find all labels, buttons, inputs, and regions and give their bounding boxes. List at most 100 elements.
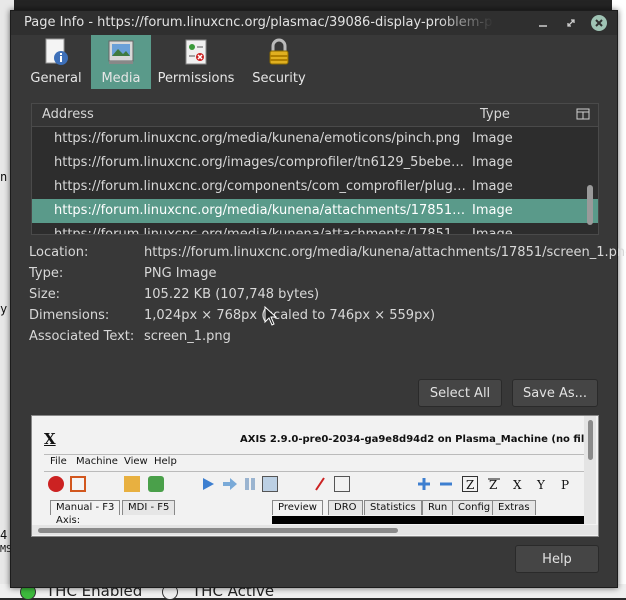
media-address: https://forum.linuxcnc.org/media/kunena/… bbox=[54, 227, 466, 235]
svg-text:P: P bbox=[561, 478, 569, 492]
preview-tab: Manual - F3 bbox=[50, 500, 121, 515]
close-icon bbox=[595, 19, 603, 27]
window-title: Page Info - https://forum.linuxcnc.org/p… bbox=[24, 15, 494, 30]
select-all-button[interactable]: Select All bbox=[418, 379, 502, 407]
view-y-icon: Y bbox=[534, 476, 550, 492]
dimensions-value[interactable]: 1,024px × 768px (scaled to 746px × 559px… bbox=[144, 308, 435, 323]
machine-icon bbox=[334, 476, 350, 492]
view-x-icon: X bbox=[510, 476, 526, 492]
media-row[interactable]: https://forum.linuxcnc.org/components/co… bbox=[32, 175, 598, 199]
stop-icon bbox=[262, 476, 278, 492]
tab-media[interactable]: Media bbox=[91, 35, 151, 89]
preview-tab: Run bbox=[422, 500, 454, 515]
size-label: Size: bbox=[29, 287, 61, 302]
preview-tab: Config bbox=[452, 500, 497, 515]
maximize-icon bbox=[567, 19, 575, 27]
save-as-button[interactable]: Save As... bbox=[512, 379, 598, 407]
page-info-icon bbox=[41, 37, 71, 67]
media-type: Image bbox=[472, 131, 513, 146]
media-list-scrollbar[interactable] bbox=[587, 127, 593, 233]
tab-security-label: Security bbox=[252, 71, 306, 86]
size-value[interactable]: 105.22 KB (107,748 bytes) bbox=[144, 287, 319, 302]
preview-menu-item: Machine bbox=[76, 456, 118, 467]
minimize-button[interactable] bbox=[535, 15, 551, 31]
background-fragment: y bbox=[0, 302, 8, 316]
open-folder-icon bbox=[124, 476, 140, 492]
media-address: https://forum.linuxcnc.org/images/compro… bbox=[54, 155, 466, 170]
media-preview[interactable]: X AXIS 2.9.0-pre0-2034-ga9e8d94d2 on Pla… bbox=[31, 415, 599, 537]
location-label: Location: bbox=[29, 245, 89, 260]
media-type: Image bbox=[472, 227, 513, 235]
associated-text-value[interactable]: screen_1.png bbox=[144, 329, 231, 344]
preview-menubar: File Machine View Help bbox=[44, 454, 584, 472]
type-label: Type: bbox=[29, 266, 64, 281]
view-z-icon: Z bbox=[462, 476, 478, 492]
preview-menu-item: View bbox=[124, 456, 148, 467]
preview-tab: MDI - F5 bbox=[122, 500, 176, 515]
preview-tab: Statistics bbox=[364, 500, 422, 515]
close-button[interactable] bbox=[591, 15, 607, 31]
page-info-dialog: Page Info - https://forum.linuxcnc.org/p… bbox=[10, 10, 626, 588]
media-type: Image bbox=[472, 179, 513, 194]
svg-text:Z: Z bbox=[466, 478, 474, 491]
media-type: Image bbox=[472, 203, 513, 218]
background-fragment: 4 bbox=[0, 528, 8, 542]
list-header: Address Type bbox=[32, 104, 598, 127]
preview-logo: X bbox=[44, 430, 56, 448]
tab-general-label: General bbox=[30, 71, 82, 86]
preview-window-title: AXIS 2.9.0-pre0-2034-ga9e8d94d2 on Plasm… bbox=[240, 434, 596, 445]
view-z2-icon: Z bbox=[486, 476, 502, 492]
preview-menu-item: File bbox=[50, 456, 67, 467]
help-button[interactable]: Help bbox=[515, 545, 599, 573]
media-address: https://forum.linuxcnc.org/media/kunena/… bbox=[54, 203, 466, 218]
estop-icon bbox=[48, 476, 64, 492]
media-row[interactable]: https://forum.linuxcnc.org/media/kunena/… bbox=[32, 223, 598, 235]
scrollbar-thumb[interactable] bbox=[587, 185, 593, 225]
view-p-icon: P bbox=[558, 476, 574, 492]
svg-text:Z: Z bbox=[489, 478, 497, 492]
column-header-address[interactable]: Address bbox=[42, 107, 94, 122]
scrollbar-thumb[interactable] bbox=[38, 528, 398, 533]
type-value[interactable]: PNG Image bbox=[144, 266, 216, 281]
media-row[interactable]: https://forum.linuxcnc.org/images/compro… bbox=[32, 151, 598, 175]
preview-horizontal-scrollbar[interactable] bbox=[32, 525, 598, 535]
media-row-selected[interactable]: https://forum.linuxcnc.org/media/kunena/… bbox=[32, 199, 598, 223]
column-header-type[interactable]: Type bbox=[480, 107, 510, 122]
permissions-icon bbox=[181, 37, 211, 67]
lock-icon bbox=[264, 37, 294, 67]
tab-permissions[interactable]: Permissions bbox=[151, 35, 241, 89]
tab-security[interactable]: Security bbox=[241, 35, 317, 89]
tab-media-label: Media bbox=[101, 71, 141, 86]
tab-permissions-label: Permissions bbox=[157, 71, 235, 86]
tab-bar: General Media Permissions Security bbox=[21, 35, 317, 89]
svg-text:Y: Y bbox=[536, 478, 546, 492]
background-fragment: n bbox=[0, 170, 8, 184]
minimize-icon bbox=[539, 25, 547, 27]
media-icon bbox=[106, 37, 136, 67]
pause-icon bbox=[242, 476, 258, 492]
touch-off-icon bbox=[312, 476, 328, 492]
preview-vertical-scrollbar[interactable] bbox=[584, 416, 596, 524]
tab-general[interactable]: General bbox=[21, 35, 91, 89]
associated-text-label: Associated Text: bbox=[29, 329, 135, 344]
power-icon bbox=[70, 476, 86, 492]
reload-icon bbox=[148, 476, 164, 492]
svg-text:X: X bbox=[513, 478, 522, 492]
location-value[interactable]: https://forum.linuxcnc.org/media/kunena/… bbox=[144, 245, 626, 260]
media-type: Image bbox=[472, 155, 513, 170]
preview-toolbar: Z Z X Y P bbox=[44, 474, 584, 496]
column-picker-icon[interactable] bbox=[576, 108, 590, 120]
preview-canvas bbox=[272, 516, 588, 524]
title-bar[interactable]: Page Info - https://forum.linuxcnc.org/p… bbox=[11, 11, 617, 35]
media-row[interactable]: https://forum.linuxcnc.org/media/kunena/… bbox=[32, 127, 598, 151]
preview-tab: Extras bbox=[492, 500, 536, 515]
dimensions-label: Dimensions: bbox=[29, 308, 110, 323]
zoom-in-icon bbox=[416, 476, 432, 492]
media-list[interactable]: Address Type https://forum.linuxcnc.org/… bbox=[31, 103, 599, 235]
scrollbar-thumb[interactable] bbox=[588, 420, 593, 460]
media-address: https://forum.linuxcnc.org/media/kunena/… bbox=[54, 131, 461, 146]
preview-menu-item: Help bbox=[154, 456, 177, 467]
maximize-button[interactable] bbox=[563, 15, 579, 31]
preview-tab: DRO bbox=[328, 500, 363, 515]
run-icon bbox=[200, 476, 216, 492]
